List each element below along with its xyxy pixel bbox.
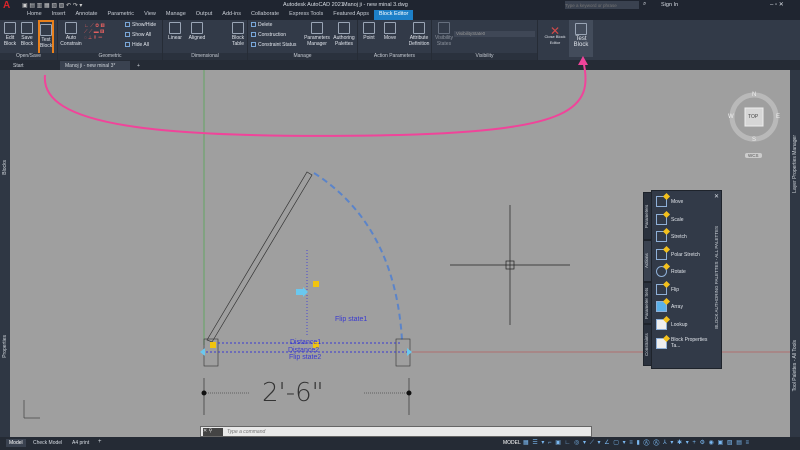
command-line[interactable]: ✕ ⚲ <box>200 426 592 437</box>
door-leaf <box>206 171 313 343</box>
lookup-icon <box>656 319 667 330</box>
viewcube-top[interactable]: TOP <box>748 114 758 120</box>
status-toggles[interactable]: ▦ ☰ ▾ ⌐ ▣ ∟ ◎ ▾ ⟋ ▾ ∠ ▢ ▾ ≡ ▮ Ⓐ Ⓐ ⅄ ▾ ✱ … <box>523 439 750 447</box>
block-authoring-palette: Move Scale Stretch Polar Stretch Rotate … <box>651 190 722 369</box>
model-space-button[interactable]: MODEL <box>503 440 521 446</box>
distance1-label: Distance1 <box>290 339 322 346</box>
grip-arrow-icon[interactable] <box>200 348 205 356</box>
palette-item-flip[interactable]: Flip <box>656 284 679 295</box>
distance2-label: Distance2 <box>288 347 320 354</box>
add-layout-button[interactable]: + <box>98 439 102 445</box>
palette-item-scale[interactable]: Scale <box>656 214 684 225</box>
wcs-menu[interactable]: WCS <box>745 153 762 158</box>
palette-item-move[interactable]: Move <box>656 196 683 207</box>
layout-tab-check-model[interactable]: Check Model <box>33 440 62 446</box>
grip-arrow-icon[interactable] <box>407 348 412 356</box>
flip-state2-label: Flip state2 <box>289 354 322 361</box>
flip-grip-icon[interactable] <box>296 287 308 297</box>
annotation-arrow <box>43 59 587 137</box>
command-input[interactable] <box>227 427 577 436</box>
palette-close-icon[interactable]: ✕ <box>714 193 719 200</box>
palette-item-block-properties-table[interactable]: Block Properties Ta... <box>656 337 711 349</box>
viewcube-s[interactable]: S <box>752 137 756 143</box>
command-close-icon[interactable]: ✕ ⚲ <box>203 428 223 436</box>
layout-tab-model[interactable]: Model <box>6 439 26 447</box>
palette-item-rotate[interactable]: Rotate <box>656 266 686 277</box>
palette-title: BLOCK AUTHORING PALETTES - ALL PALETTES <box>714 226 719 329</box>
stretch-icon <box>656 231 667 242</box>
viewcube-w[interactable]: W <box>728 114 734 120</box>
table-icon <box>656 337 667 349</box>
dimension-text: 2'-6" <box>262 378 324 408</box>
flip-state1-label: Flip state1 <box>335 316 368 323</box>
rotate-icon <box>656 266 667 277</box>
door-swing-arc <box>313 172 403 341</box>
flip-icon <box>656 284 667 295</box>
move-icon <box>656 196 667 207</box>
palette-item-array[interactable]: Array <box>656 301 683 312</box>
array-icon <box>656 301 667 312</box>
palette-item-stretch[interactable]: Stretch <box>656 231 687 242</box>
alert-icon[interactable] <box>210 342 216 348</box>
alert-icon[interactable] <box>313 281 319 287</box>
palette-item-lookup[interactable]: Lookup <box>656 319 687 330</box>
viewcube-n[interactable]: N <box>752 92 756 98</box>
status-bar: Model Check Model A4 print + MODEL ▦ ☰ ▾… <box>0 437 800 450</box>
scale-icon <box>656 214 667 225</box>
layout-tab-a4-print[interactable]: A4 print <box>72 440 89 446</box>
palette-item-polar-stretch[interactable]: Polar Stretch <box>656 249 700 260</box>
viewcube-e[interactable]: E <box>776 114 780 120</box>
polar-stretch-icon <box>656 249 667 260</box>
